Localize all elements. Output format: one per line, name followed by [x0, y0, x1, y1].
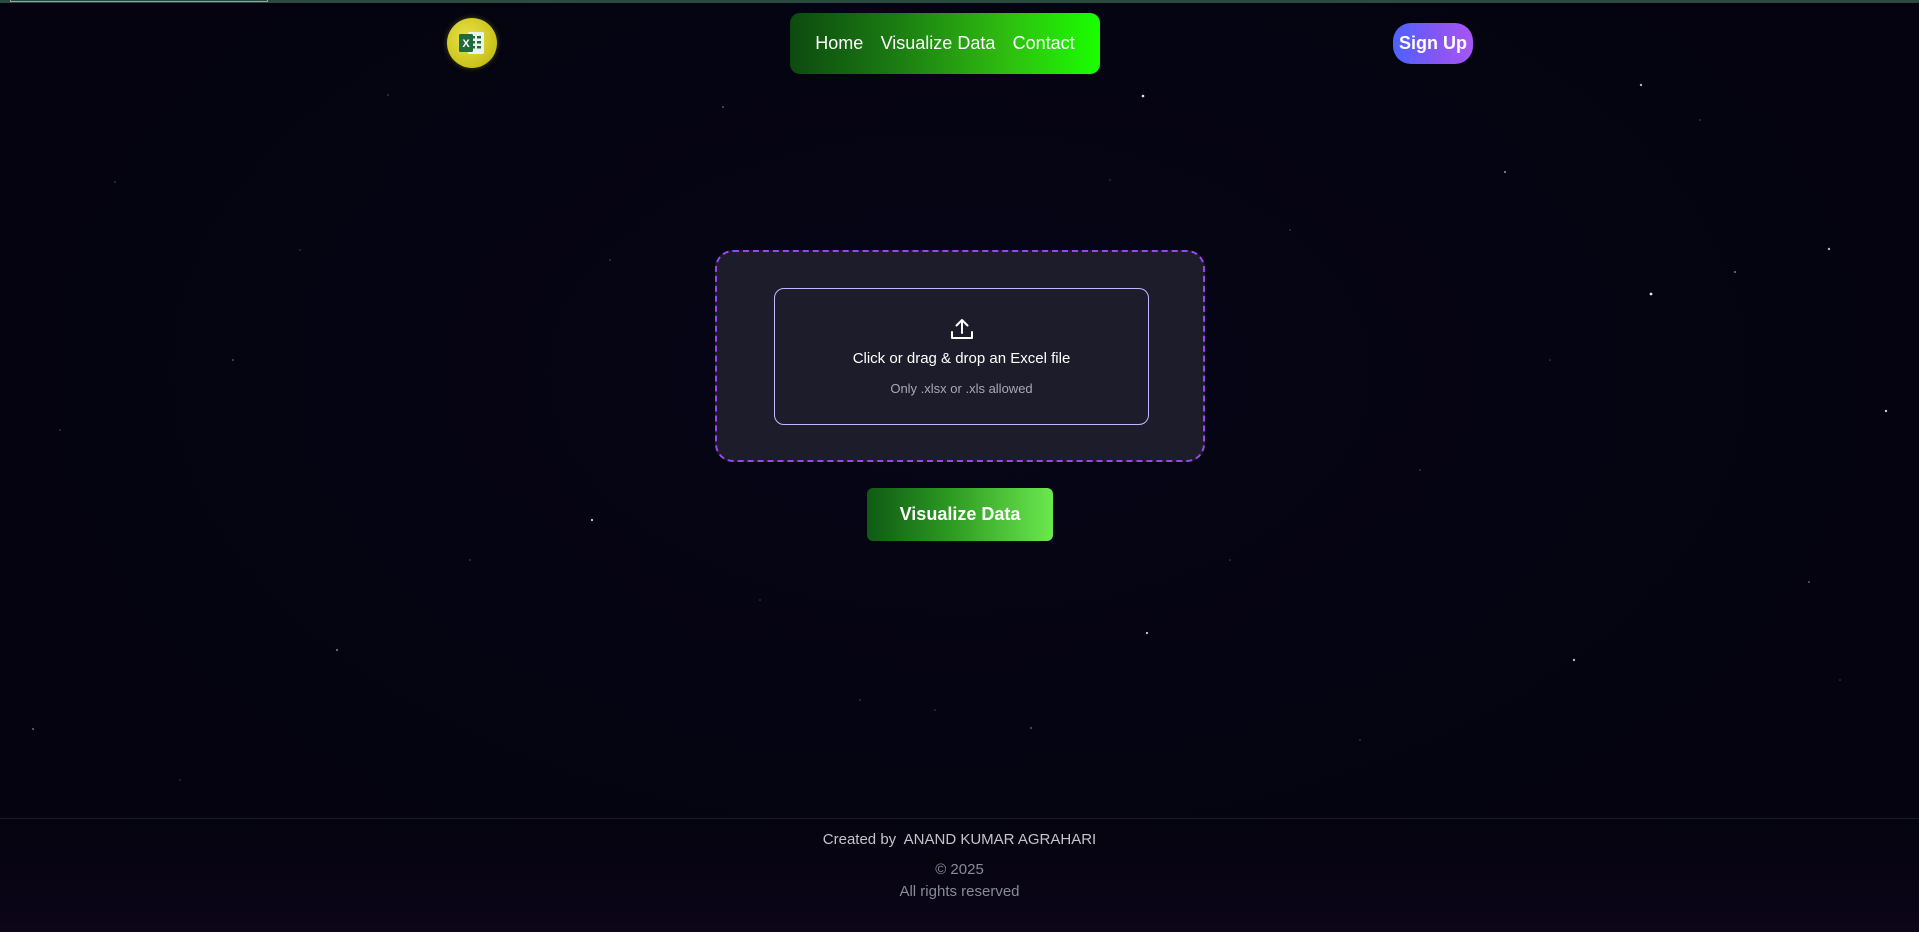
footer-created-by: Created by ANAND KUMAR AGRAHARI	[822, 831, 1097, 848]
nav-contact-link[interactable]: Contact	[1013, 33, 1075, 54]
footer-rights: All rights reserved	[899, 883, 1020, 900]
logo[interactable]: X	[447, 18, 497, 68]
upload-card: Click or drag & drop an Excel file Only …	[715, 250, 1205, 462]
footer-copyright: © 2025	[935, 861, 984, 878]
visualize-data-button[interactable]: Visualize Data	[867, 488, 1053, 541]
page: X Home Visualize Data Contact Sign Up Cl…	[0, 0, 1919, 932]
sign-up-button[interactable]: Sign Up	[1393, 23, 1473, 64]
dropzone-hint: Only .xlsx or .xls allowed	[890, 381, 1033, 396]
file-dropzone[interactable]: Click or drag & drop an Excel file Only …	[774, 288, 1149, 425]
nav-home-link[interactable]: Home	[815, 33, 863, 54]
excel-logo-letter: X	[462, 38, 470, 50]
nav-visualize-data-link[interactable]: Visualize Data	[881, 33, 996, 54]
upload-icon	[950, 319, 973, 339]
main-nav: Home Visualize Data Contact	[790, 13, 1100, 74]
footer: Created by ANAND KUMAR AGRAHARI © 2025 A…	[0, 818, 1919, 932]
excel-icon: X	[459, 32, 484, 54]
dropzone-title: Click or drag & drop an Excel file	[852, 350, 1071, 367]
